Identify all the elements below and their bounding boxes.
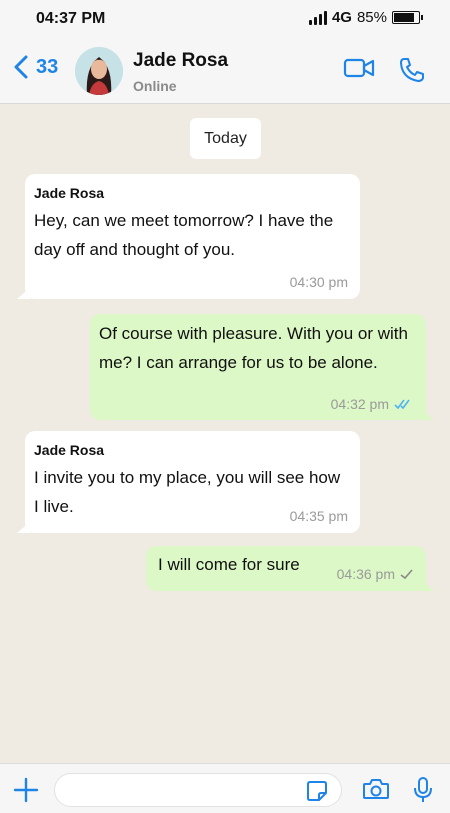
signal-icon bbox=[308, 10, 327, 25]
message-time-label: 04:35 pm bbox=[289, 508, 348, 524]
message-time: 04:30 pm bbox=[290, 274, 348, 290]
unread-count: 33 bbox=[36, 55, 59, 78]
message-time-label: 04:30 pm bbox=[289, 274, 348, 290]
network-type: 4G bbox=[331, 9, 352, 26]
message-sender: Jade Rosa bbox=[34, 185, 105, 201]
battery-fill bbox=[394, 13, 415, 22]
status-bar: 04:37 PM 4G 85% bbox=[0, 0, 450, 38]
message-text: Of course with pleasure. With you or wit… bbox=[99, 324, 408, 372]
bubble-tail bbox=[420, 408, 434, 420]
date-chip: Today bbox=[190, 118, 261, 159]
chat-area[interactable]: Today Jade Rosa Hey, can we meet tomorro… bbox=[0, 105, 450, 763]
message-time: 04:32 pm bbox=[331, 396, 414, 412]
back-chevron-icon bbox=[14, 55, 28, 79]
message-sender: Jade Rosa bbox=[34, 442, 105, 458]
bubble-tail bbox=[420, 579, 434, 591]
battery-percent: 85% bbox=[356, 9, 387, 26]
plus-icon[interactable] bbox=[13, 777, 39, 803]
avatar[interactable] bbox=[75, 47, 123, 95]
message-bubble-incoming[interactable]: Jade Rosa Hey, can we meet tomorrow? I h… bbox=[17, 174, 360, 299]
battery-icon bbox=[392, 11, 423, 24]
bubble-tail bbox=[17, 287, 31, 299]
contact-status: Online bbox=[133, 78, 177, 94]
phone-call-icon[interactable] bbox=[398, 56, 426, 84]
contact-name[interactable]: Jade Rosa bbox=[133, 50, 228, 72]
message-time: 04:36 pm bbox=[337, 566, 414, 582]
message-text: Hey, can we meet tomorrow? I have the da… bbox=[34, 211, 334, 259]
camera-icon[interactable] bbox=[362, 778, 390, 800]
microphone-icon[interactable] bbox=[412, 776, 434, 804]
video-call-icon[interactable] bbox=[343, 56, 375, 80]
chat-header: 33 Jade Rosa Online bbox=[0, 38, 450, 104]
message-input[interactable] bbox=[54, 773, 342, 807]
message-time-label: 04:36 pm bbox=[336, 566, 395, 582]
input-bar bbox=[0, 763, 450, 813]
message-time-label: 04:32 pm bbox=[330, 396, 389, 412]
message-bubble-outgoing[interactable]: I will come for sure 04:36 pm bbox=[146, 546, 434, 591]
status-indicators: 4G 85% bbox=[308, 9, 423, 26]
message-bubble-outgoing[interactable]: Of course with pleasure. With you or wit… bbox=[90, 314, 434, 420]
bubble-tail bbox=[17, 521, 31, 533]
double-check-read-icon bbox=[394, 399, 410, 410]
single-check-icon bbox=[400, 569, 413, 580]
message-time: 04:35 pm bbox=[290, 508, 348, 524]
back-button[interactable]: 33 bbox=[12, 54, 58, 80]
sticker-icon[interactable] bbox=[306, 780, 328, 802]
status-time: 04:37 PM bbox=[36, 10, 106, 27]
message-bubble-incoming[interactable]: Jade Rosa I invite you to my place, you … bbox=[17, 431, 360, 533]
